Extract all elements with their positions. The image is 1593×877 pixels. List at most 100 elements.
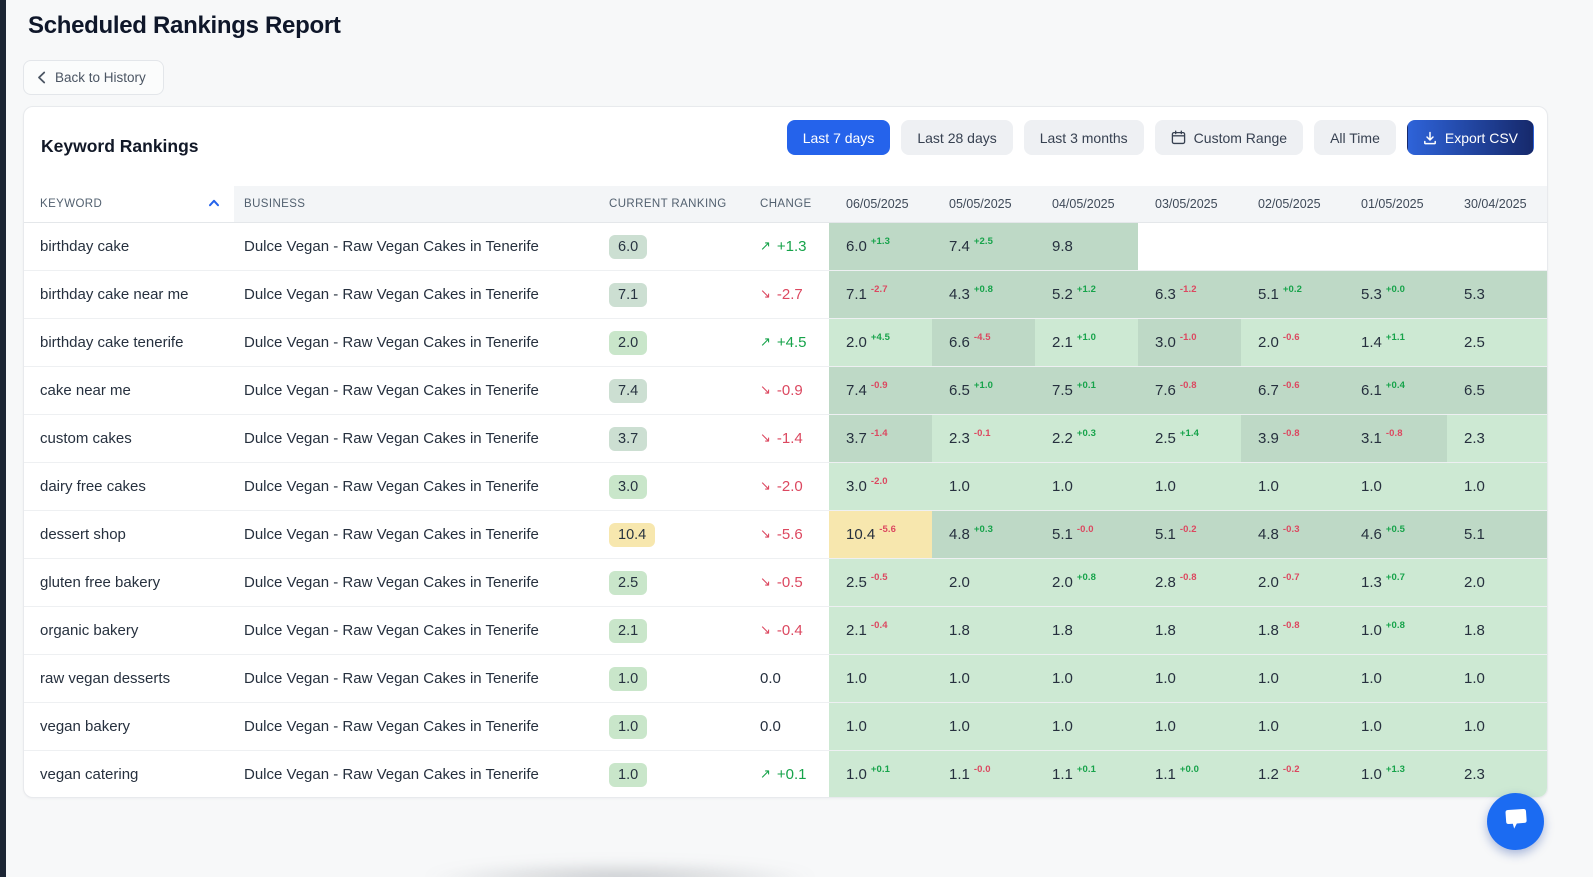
ranking-delta: -4.5 xyxy=(973,332,991,343)
filter-button-last-28-days[interactable]: Last 28 days xyxy=(901,120,1013,155)
date-ranking-cell: 5.3 +0.0 xyxy=(1344,271,1447,318)
ranking-delta: -0.9 xyxy=(870,380,888,391)
ranking-value: 1.0 xyxy=(949,718,970,735)
ranking-delta: -0.1 xyxy=(973,428,991,439)
date-ranking-cell: 2.3 xyxy=(1447,415,1547,462)
ranking-delta: +4.5 xyxy=(870,332,891,343)
chat-widget-button[interactable] xyxy=(1487,793,1544,850)
back-to-history-button[interactable]: Back to History xyxy=(23,60,164,95)
ranking-value: 1.8 xyxy=(1155,622,1176,639)
table-header-cell-date[interactable]: 03/05/2025 xyxy=(1138,186,1241,222)
column-label: 02/05/2025 xyxy=(1258,197,1321,211)
business-cell: Dulce Vegan - Raw Vegan Cakes in Tenerif… xyxy=(244,622,539,639)
ranking-value: 5.3 xyxy=(1361,286,1382,303)
table-row: birthday cake tenerife Dulce Vegan - Raw … xyxy=(24,319,1547,367)
table-row: birthday cake near me Dulce Vegan - Raw V… xyxy=(24,271,1547,319)
table-row: birthday cake Dulce Vegan - Raw Vegan Cak… xyxy=(24,223,1547,271)
date-ranking-cell: 1.0 xyxy=(1344,655,1447,702)
chevron-left-icon xyxy=(37,71,46,84)
business-cell: Dulce Vegan - Raw Vegan Cakes in Tenerif… xyxy=(244,526,539,543)
ranking-value: 1.4 xyxy=(1361,334,1382,351)
date-ranking-cell: 1.0 xyxy=(1447,463,1547,510)
date-ranking-cell: 2.5 +1.4 xyxy=(1138,415,1241,462)
ranking-delta: -2.0 xyxy=(870,476,888,487)
ranking-value: 1.1 xyxy=(949,766,970,783)
keyword-cell: organic bakery xyxy=(40,622,139,639)
current-ranking-cell: 6.0 xyxy=(601,223,758,270)
ranking-value: 3.0 xyxy=(1155,334,1176,351)
ranking-delta: -1.2 xyxy=(1179,284,1197,295)
date-ranking-cell: 1.1 -0.0 xyxy=(932,751,1035,797)
date-ranking-cell: 6.6 -4.5 xyxy=(932,319,1035,366)
change-value: 0.0 xyxy=(760,718,781,735)
column-label: 03/05/2025 xyxy=(1155,197,1218,211)
change-cell: ↘ -0.5 xyxy=(758,559,829,606)
ranking-value: 6.7 xyxy=(1258,382,1279,399)
ranking-delta: +1.2 xyxy=(1076,284,1097,295)
ranking-value: 2.1 xyxy=(846,622,867,639)
filter-button-all-time[interactable]: All Time xyxy=(1314,120,1396,155)
filter-button-label: Last 28 days xyxy=(917,129,997,146)
table-header-cell-date[interactable]: 04/05/2025 xyxy=(1035,186,1138,222)
column-label: CURRENT RANKING xyxy=(609,198,727,210)
filter-button-last-7-days[interactable]: Last 7 days xyxy=(786,120,891,155)
date-ranking-cell: 10.4 -5.6 xyxy=(829,511,932,558)
table-header-cell-date[interactable]: 30/04/2025 xyxy=(1447,186,1547,222)
table-header-cell-business[interactable]: BUSINESS xyxy=(234,186,601,222)
date-ranking-cell: 2.0 +0.8 xyxy=(1035,559,1138,606)
table-row: organic bakery Dulce Vegan - Raw Vegan Ca… xyxy=(24,607,1547,655)
table-header-cell-date[interactable]: 05/05/2025 xyxy=(932,186,1035,222)
table-header-cell-date[interactable]: 01/05/2025 xyxy=(1344,186,1447,222)
ranking-value: 2.5 xyxy=(1155,430,1176,447)
ranking-value: 4.3 xyxy=(949,286,970,303)
table-header-cell-date[interactable]: 06/05/2025 xyxy=(829,186,932,222)
keyword-cell: birthday cake near me xyxy=(40,286,189,303)
ranking-value: 3.0 xyxy=(846,478,867,495)
column-label: BUSINESS xyxy=(244,198,306,210)
table-header-cell-keyword[interactable]: KEYWORD xyxy=(24,186,234,222)
date-ranking-cell: 2.1 +1.0 xyxy=(1035,319,1138,366)
table-header-cell-change[interactable]: CHANGE xyxy=(758,186,829,222)
calendar-icon xyxy=(1171,130,1186,145)
ranking-delta: +2.5 xyxy=(973,236,994,247)
ranking-value: 1.0 xyxy=(1464,670,1485,687)
ranking-value: 1.0 xyxy=(1155,718,1176,735)
change-value: -0.5 xyxy=(776,574,803,591)
current-ranking-cell: 2.5 xyxy=(601,559,758,606)
date-ranking-cell: 1.8 xyxy=(1035,607,1138,654)
filter-button-last-3-months[interactable]: Last 3 months xyxy=(1023,120,1144,155)
ranking-value: 2.0 xyxy=(1052,574,1073,591)
change-cell: ↗ +4.5 xyxy=(758,319,829,366)
ranking-delta: +1.0 xyxy=(1076,332,1097,343)
keyword-rankings-card: Keyword Rankings Last 7 days Last 28 days… xyxy=(23,106,1548,798)
ranking-delta: -2.7 xyxy=(870,284,888,295)
change-value: -2.0 xyxy=(776,478,803,495)
ranking-delta: +0.7 xyxy=(1385,572,1406,583)
trend-down-icon: ↘ xyxy=(760,287,771,302)
ranking-delta: +0.1 xyxy=(870,764,891,775)
date-ranking-cell: 9.8 xyxy=(1035,223,1138,270)
table-body: birthday cake Dulce Vegan - Raw Vegan Cak… xyxy=(24,223,1547,797)
export-csv-button[interactable]: Export CSV xyxy=(1406,120,1534,155)
table-header-cell-date[interactable]: 02/05/2025 xyxy=(1241,186,1344,222)
keyword-cell: birthday cake tenerife xyxy=(40,334,184,351)
ranking-badge: 2.1 xyxy=(609,618,648,643)
ranking-delta: +1.0 xyxy=(973,380,994,391)
ranking-badge: 2.5 xyxy=(609,570,648,595)
current-ranking-cell: 3.0 xyxy=(601,463,758,510)
change-value: +4.5 xyxy=(776,334,807,351)
date-ranking-cell: 1.0 xyxy=(1241,463,1344,510)
sort-asc-icon xyxy=(208,198,220,211)
ranking-value: 1.0 xyxy=(1361,766,1382,783)
keyword-cell: vegan catering xyxy=(40,766,139,783)
trend-down-icon: ↘ xyxy=(760,575,771,590)
ranking-delta: -0.5 xyxy=(870,572,888,583)
date-ranking-cell: 1.0 xyxy=(1035,655,1138,702)
date-ranking-cell: 7.4 +2.5 xyxy=(932,223,1035,270)
ranking-value: 1.0 xyxy=(1361,670,1382,687)
date-ranking-cell: 4.6 +0.5 xyxy=(1344,511,1447,558)
date-ranking-cell: 1.2 -0.2 xyxy=(1241,751,1344,797)
table-header-cell-current-ranking[interactable]: CURRENT RANKING xyxy=(601,186,758,222)
filter-button-custom-range[interactable]: Custom Range xyxy=(1154,120,1304,155)
date-ranking-cell: 1.0 +0.8 xyxy=(1344,607,1447,654)
